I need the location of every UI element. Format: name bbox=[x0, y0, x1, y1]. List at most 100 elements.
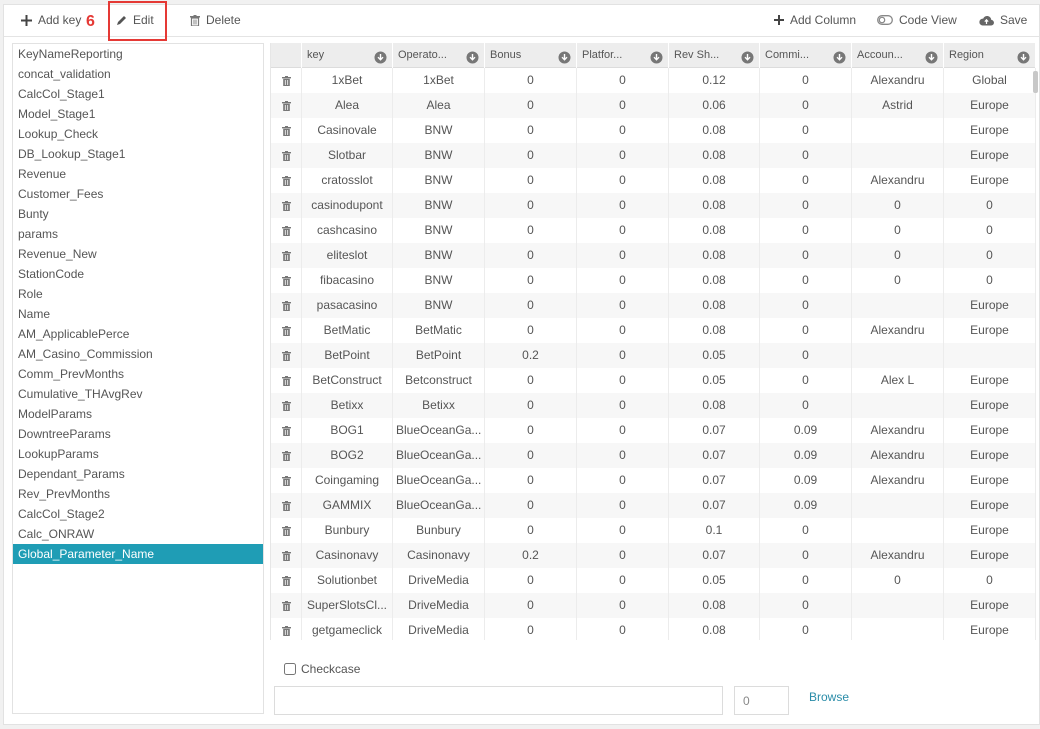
table-cell[interactable]: 0.07 bbox=[669, 468, 760, 493]
table-cell[interactable]: Astrid bbox=[852, 93, 944, 118]
table-cell[interactable]: BlueOceanGa... bbox=[393, 468, 485, 493]
table-cell[interactable]: 0 bbox=[577, 143, 669, 168]
table-cell[interactable]: 0.2 bbox=[485, 343, 577, 368]
table-cell[interactable]: BlueOceanGa... bbox=[393, 493, 485, 518]
table-cell[interactable]: 0 bbox=[577, 318, 669, 343]
table-cell[interactable]: 0 bbox=[485, 118, 577, 143]
table-cell[interactable]: 0 bbox=[760, 518, 852, 543]
list-item[interactable]: AM_ApplicablePerce bbox=[13, 324, 263, 344]
delete-row-icon[interactable] bbox=[271, 593, 302, 618]
table-cell[interactable]: 0 bbox=[485, 468, 577, 493]
table-cell[interactable]: Alexandru bbox=[852, 68, 944, 93]
list-item[interactable]: AM_Casino_Commission bbox=[13, 344, 263, 364]
table-cell[interactable]: 0 bbox=[485, 518, 577, 543]
table-cell[interactable] bbox=[852, 593, 944, 618]
table-cell[interactable]: Europe bbox=[944, 393, 1036, 418]
column-menu-icon[interactable] bbox=[833, 49, 846, 68]
table-cell[interactable]: 0 bbox=[577, 468, 669, 493]
table-cell[interactable]: 0.08 bbox=[669, 193, 760, 218]
table-cell[interactable]: 0 bbox=[485, 143, 577, 168]
table-cell[interactable]: 0 bbox=[577, 68, 669, 93]
table-cell[interactable]: 0.09 bbox=[760, 418, 852, 443]
table-cell[interactable]: BetPoint bbox=[302, 343, 393, 368]
delete-row-icon[interactable] bbox=[271, 218, 302, 243]
column-header[interactable]: Accoun... bbox=[852, 43, 944, 68]
table-cell[interactable]: 0 bbox=[485, 443, 577, 468]
table-cell[interactable]: Europe bbox=[944, 468, 1036, 493]
list-item[interactable]: Cumulative_THAvgRev bbox=[13, 384, 263, 404]
table-cell[interactable]: 0 bbox=[944, 268, 1036, 293]
checkcase-option[interactable]: Checkcase bbox=[284, 662, 360, 676]
delete-row-icon[interactable] bbox=[271, 518, 302, 543]
column-menu-icon[interactable] bbox=[466, 49, 479, 68]
delete-row-icon[interactable] bbox=[271, 118, 302, 143]
table-cell[interactable]: 0.08 bbox=[669, 293, 760, 318]
table-cell[interactable]: 0 bbox=[944, 243, 1036, 268]
table-cell[interactable]: 0 bbox=[485, 68, 577, 93]
list-item[interactable]: DB_Lookup_Stage1 bbox=[13, 144, 263, 164]
code-view-toggle[interactable]: Code View bbox=[877, 13, 957, 27]
table-cell[interactable]: BetPoint bbox=[393, 343, 485, 368]
table-cell[interactable]: 0.07 bbox=[669, 493, 760, 518]
table-cell[interactable]: casinodupont bbox=[302, 193, 393, 218]
table-cell[interactable]: 0.08 bbox=[669, 143, 760, 168]
table-cell[interactable]: 0 bbox=[485, 218, 577, 243]
table-cell[interactable]: 0 bbox=[577, 393, 669, 418]
table-cell[interactable]: 0 bbox=[760, 243, 852, 268]
table-cell[interactable]: Europe bbox=[944, 293, 1036, 318]
table-cell[interactable]: BlueOceanGa... bbox=[393, 418, 485, 443]
table-cell[interactable]: 0 bbox=[760, 218, 852, 243]
list-item[interactable]: DowntreeParams bbox=[13, 424, 263, 444]
table-cell[interactable]: 0 bbox=[577, 243, 669, 268]
table-cell[interactable]: Solutionbet bbox=[302, 568, 393, 593]
table-cell[interactable]: BNW bbox=[393, 268, 485, 293]
table-cell[interactable]: Europe bbox=[944, 493, 1036, 518]
list-item[interactable]: params bbox=[13, 224, 263, 244]
table-cell[interactable]: 0.09 bbox=[760, 443, 852, 468]
table-cell[interactable]: 0 bbox=[577, 443, 669, 468]
table-cell[interactable]: 0 bbox=[577, 193, 669, 218]
table-cell[interactable]: 0 bbox=[485, 618, 577, 640]
table-cell[interactable]: 0 bbox=[944, 568, 1036, 593]
delete-row-icon[interactable] bbox=[271, 443, 302, 468]
column-header[interactable]: Region bbox=[944, 43, 1036, 68]
delete-row-icon[interactable] bbox=[271, 568, 302, 593]
table-cell[interactable] bbox=[852, 343, 944, 368]
table-cell[interactable]: 0.08 bbox=[669, 593, 760, 618]
table-cell[interactable]: Alexandru bbox=[852, 168, 944, 193]
table-cell[interactable]: 0 bbox=[485, 393, 577, 418]
column-header[interactable]: Bonus bbox=[485, 43, 577, 68]
list-item-selected[interactable]: Global_Parameter_Name bbox=[13, 544, 263, 564]
table-cell[interactable]: Slotbar bbox=[302, 143, 393, 168]
table-cell[interactable]: 0.05 bbox=[669, 368, 760, 393]
table-cell[interactable]: 0 bbox=[760, 368, 852, 393]
table-cell[interactable]: 0 bbox=[485, 418, 577, 443]
list-item[interactable]: CalcCol_Stage2 bbox=[13, 504, 263, 524]
table-cell[interactable]: fibacasino bbox=[302, 268, 393, 293]
table-cell[interactable]: Alea bbox=[393, 93, 485, 118]
table-cell[interactable]: GAMMIX bbox=[302, 493, 393, 518]
browse-link[interactable]: Browse bbox=[809, 690, 849, 704]
table-cell[interactable]: 0 bbox=[577, 343, 669, 368]
table-cell[interactable]: 0 bbox=[577, 568, 669, 593]
list-item[interactable]: Role bbox=[13, 284, 263, 304]
column-header[interactable]: Operato... bbox=[393, 43, 485, 68]
table-cell[interactable]: Global bbox=[944, 68, 1036, 93]
table-cell[interactable]: 0 bbox=[485, 268, 577, 293]
table-cell[interactable]: 0.05 bbox=[669, 343, 760, 368]
table-cell[interactable]: 0.08 bbox=[669, 168, 760, 193]
table-cell[interactable]: 0 bbox=[760, 318, 852, 343]
add-column-button[interactable]: Add Column bbox=[774, 13, 856, 27]
delete-row-icon[interactable] bbox=[271, 393, 302, 418]
column-header[interactable]: Platfor... bbox=[577, 43, 669, 68]
column-menu-icon[interactable] bbox=[650, 49, 663, 68]
table-cell[interactable]: 0 bbox=[760, 193, 852, 218]
table-cell[interactable]: BetMatic bbox=[302, 318, 393, 343]
table-cell[interactable]: 0 bbox=[760, 618, 852, 640]
column-menu-icon[interactable] bbox=[741, 49, 754, 68]
table-cell[interactable]: 0 bbox=[852, 268, 944, 293]
table-cell[interactable]: 1xBet bbox=[393, 68, 485, 93]
table-cell[interactable]: Europe bbox=[944, 318, 1036, 343]
list-item[interactable]: LookupParams bbox=[13, 444, 263, 464]
delete-button[interactable]: Delete bbox=[190, 13, 241, 27]
